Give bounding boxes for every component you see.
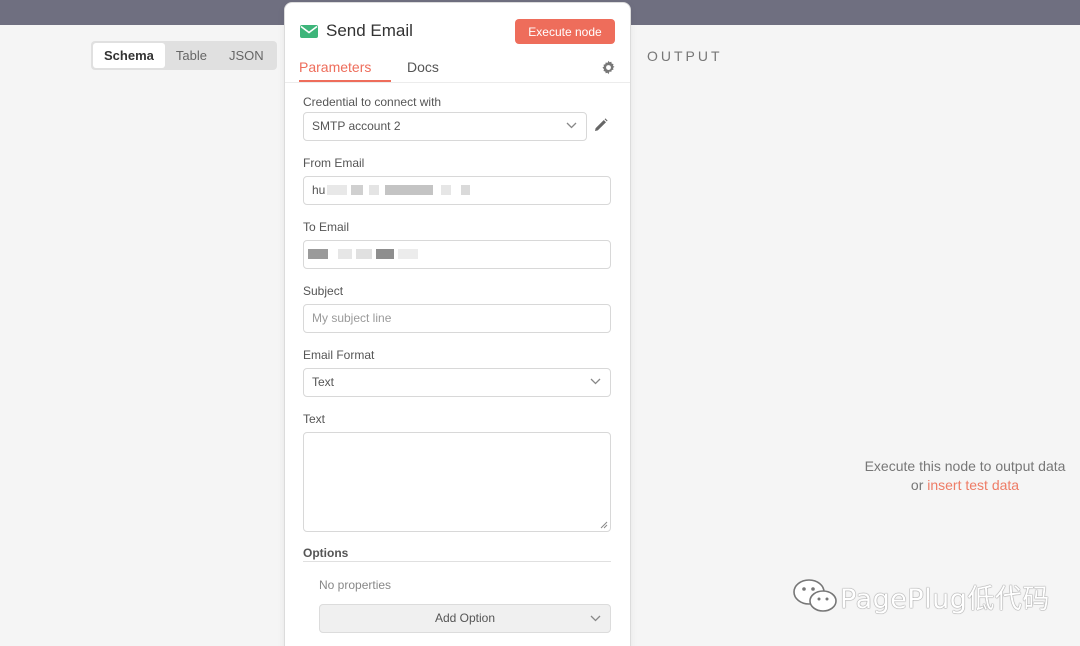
output-or-text: or <box>910 477 924 493</box>
output-label: OUTPUT <box>647 48 723 64</box>
tab-json[interactable]: JSON <box>218 43 275 68</box>
gear-icon[interactable] <box>601 60 616 75</box>
wechat-icon <box>793 579 837 612</box>
pencil-icon[interactable] <box>594 118 608 132</box>
redacted-text <box>351 184 364 195</box>
input-view-tabs: Schema Table JSON <box>91 41 277 70</box>
credential-label: Credential to connect with <box>303 95 442 109</box>
watermark-text: PagePlug低代码 <box>840 583 1050 615</box>
subject-label: Subject <box>303 284 344 298</box>
credential-select[interactable]: SMTP account 2 <box>303 112 587 141</box>
options-title: Options <box>303 546 349 560</box>
redacted-text <box>398 248 418 259</box>
to-email-label: To Email <box>303 220 350 234</box>
redacted-text <box>385 184 434 195</box>
from-email-label: From Email <box>303 156 365 170</box>
chevron-down-icon <box>566 122 577 129</box>
chevron-down-icon <box>590 378 601 385</box>
node-title-row: Send Email <box>300 21 413 41</box>
envelope-icon <box>300 24 318 38</box>
redacted-text <box>376 248 394 259</box>
to-email-field[interactable] <box>303 240 611 269</box>
insert-test-data-link[interactable]: insert test data <box>927 477 1019 493</box>
output-message-text: Execute this node to output data <box>864 458 1066 474</box>
chevron-down-icon <box>590 615 601 622</box>
add-option-label: Add Option <box>434 611 496 625</box>
output-empty-message: Execute this node to output data or inse… <box>850 457 1080 495</box>
email-format-value: Text <box>312 375 335 389</box>
panel-header: Send Email Execute node Parameters Docs <box>285 3 630 83</box>
redacted-text <box>327 184 348 195</box>
watermark: PagePlug低代码 <box>792 576 1050 616</box>
email-format-select[interactable]: Text <box>303 368 611 397</box>
tab-table[interactable]: Table <box>165 43 218 68</box>
node-title[interactable]: Send Email <box>326 21 413 41</box>
tab-parameters[interactable]: Parameters <box>299 59 391 82</box>
email-format-label: Email Format <box>303 348 375 362</box>
execute-node-button[interactable]: Execute node <box>515 19 615 44</box>
credential-value: SMTP account 2 <box>312 119 401 133</box>
options-divider <box>303 561 611 562</box>
add-option-button[interactable]: Add Option <box>319 604 611 633</box>
node-settings-panel: Send Email Execute node Parameters Docs … <box>284 2 631 646</box>
redacted-text <box>356 248 372 259</box>
subject-field[interactable]: My subject line <box>303 304 611 333</box>
resize-handle-icon[interactable] <box>600 521 608 529</box>
redacted-text <box>338 248 352 259</box>
tab-docs[interactable]: Docs <box>407 59 439 75</box>
from-email-field[interactable]: hu <box>303 176 611 205</box>
text-label: Text <box>303 412 326 426</box>
redacted-text <box>369 184 380 195</box>
tab-schema[interactable]: Schema <box>93 43 165 68</box>
from-email-value: hu <box>312 183 326 197</box>
text-field[interactable] <box>303 432 611 532</box>
redacted-text <box>461 184 471 195</box>
redacted-text <box>308 248 328 259</box>
redacted-text <box>441 184 452 195</box>
no-properties-text: No properties <box>319 578 392 592</box>
